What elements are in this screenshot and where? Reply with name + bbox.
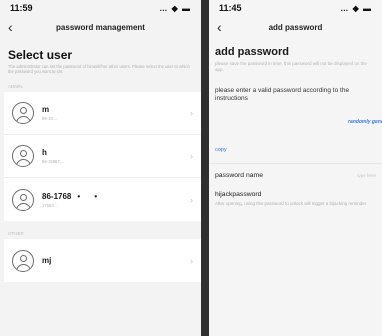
hijack-password-label: hijackpassword (215, 191, 262, 198)
status-bar: 11:45 … ◆ ▬ (209, 0, 382, 16)
copy-button[interactable]: copy (209, 125, 382, 153)
password-name-input[interactable]: type here (357, 173, 376, 178)
page-title: add password (268, 22, 323, 32)
select-user-heading: Select user (8, 48, 73, 62)
status-signal-icons: … ◆ ▬ (159, 3, 191, 13)
user-id: 86-18… (42, 116, 57, 121)
user-name: h (42, 148, 47, 157)
chevron-right-icon: › (190, 151, 193, 161)
avatar-icon (12, 249, 34, 272)
user-name-text: 86-1768 (42, 191, 72, 201)
avatar-icon (12, 188, 34, 211)
add-password-heading: add password (215, 46, 289, 58)
password-name-label: password name (215, 172, 263, 179)
chevron-right-icon: › (190, 255, 193, 266)
nav-bar: ‹ password management (0, 16, 201, 38)
user-id: 17683… (42, 202, 58, 208)
hijack-password-description: After opening, using this password to un… (215, 201, 367, 206)
user-row-mj[interactable]: mj › (4, 239, 201, 282)
avatar-icon (12, 145, 34, 167)
add-password-description: please save the password in time, this p… (215, 61, 367, 72)
redaction-dots: • • (77, 191, 104, 201)
add-password-screen: 11:45 … ◆ ▬ ‹ add password add password … (209, 0, 382, 336)
user-name: 86-1768 • • (42, 192, 190, 201)
screenshot-stage: 11:59 … ◆ ▬ ‹ password management Select… (0, 0, 382, 336)
status-time: 11:45 (219, 3, 242, 13)
password-instruction: please enter a valid password according … (215, 87, 350, 102)
status-time: 11:59 (10, 3, 33, 13)
user-name: m (42, 105, 50, 114)
hijack-password-section: hijackpassword After opening, using this… (209, 187, 382, 207)
admin-user-list: m 86-18… › h 86-15887… › 86-1768 • • 1768… (4, 92, 201, 221)
avatar-icon (12, 102, 34, 124)
status-bar: 11:59 … ◆ ▬ (0, 0, 201, 16)
select-user-screen: 11:59 … ◆ ▬ ‹ password management Select… (0, 0, 201, 336)
password-name-field[interactable]: password name type here (209, 163, 382, 187)
back-arrow-icon[interactable]: ‹ (217, 20, 222, 34)
group-label-other: OTHER (8, 231, 24, 236)
group-label-admin: ADMIN (8, 84, 23, 89)
chevron-right-icon: › (190, 108, 193, 118)
user-row-86-1768[interactable]: 86-1768 • • 17683… › (4, 178, 201, 221)
user-row-h[interactable]: h 86-15887… › (4, 135, 201, 178)
randomly-generate-button[interactable]: randomly generat (209, 103, 382, 125)
page-title: password management (56, 22, 145, 32)
status-signal-icons: … ◆ ▬ (340, 3, 372, 13)
back-arrow-icon[interactable]: ‹ (8, 20, 13, 34)
select-user-description: The administrator can set the password o… (8, 64, 190, 74)
user-row-m[interactable]: m 86-18… › (4, 92, 201, 135)
user-name: mj (42, 256, 52, 265)
user-id: 86-15887… (42, 159, 64, 164)
other-user-list: mj › (4, 239, 201, 282)
chevron-right-icon: › (190, 194, 193, 205)
nav-bar: ‹ add password (209, 16, 382, 38)
